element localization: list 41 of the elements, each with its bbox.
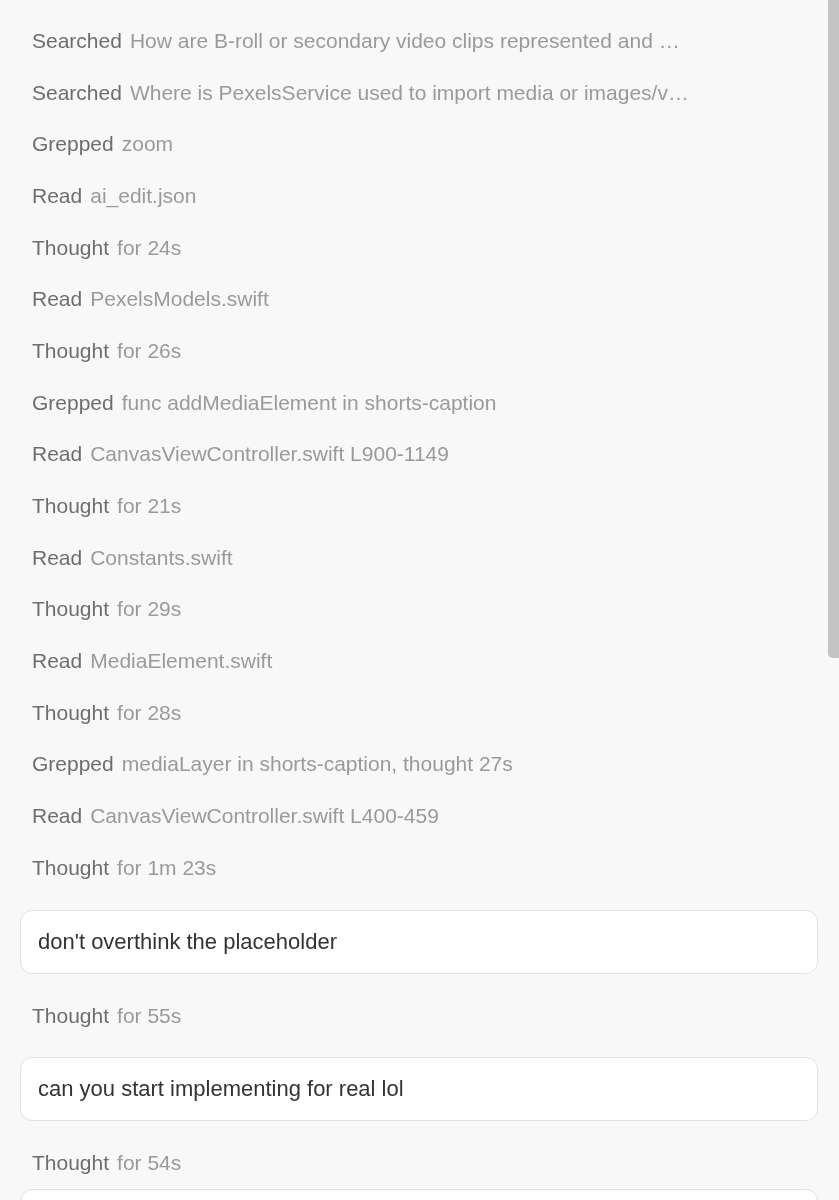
step-detail[interactable]: for 21s xyxy=(117,494,182,519)
step-label: Read xyxy=(32,649,83,674)
step-detail[interactable]: Constants.swift xyxy=(90,545,233,570)
step-label: Thought xyxy=(32,597,110,622)
step-label: Thought xyxy=(32,494,110,519)
step-label: Grepped xyxy=(32,752,114,777)
step-detail[interactable]: zoom xyxy=(121,132,174,157)
message-text: can you start implementing for real lol xyxy=(38,1076,404,1103)
step-detail[interactable]: ai_edit.json xyxy=(90,183,197,208)
step-detail[interactable]: CanvasViewController.swift L400-459 xyxy=(90,804,439,829)
step-label: Grepped xyxy=(32,390,114,415)
step-detail[interactable]: for 26s xyxy=(117,338,182,363)
scrollbar-thumb[interactable] xyxy=(828,0,839,658)
step-label: Read xyxy=(32,287,83,312)
step-detail[interactable]: CanvasViewController.swift L900-1149 xyxy=(90,442,449,467)
step-label: Thought xyxy=(32,700,110,725)
step-label: Thought xyxy=(32,1003,110,1028)
step-label: Thought xyxy=(32,235,110,260)
step-detail[interactable]: for 24s xyxy=(117,235,182,260)
step-label: Read xyxy=(32,183,83,208)
step-label: Read xyxy=(32,804,83,829)
step-label: Searched xyxy=(32,80,122,105)
step-detail[interactable]: MediaElement.swift xyxy=(90,649,273,674)
step-detail[interactable]: How are B-roll or secondary video clips represented and … xyxy=(129,28,680,53)
step-detail[interactable]: PexelsModels.swift xyxy=(90,287,269,312)
step-label: Grepped xyxy=(32,132,114,157)
step-label: Thought xyxy=(32,1151,110,1176)
step-detail[interactable]: for 55s xyxy=(117,1003,182,1028)
step-label: Read xyxy=(32,545,83,570)
step-label: Searched xyxy=(32,28,122,53)
step-detail[interactable]: for 28s xyxy=(117,700,182,725)
step-label: Read xyxy=(32,442,83,467)
step-detail[interactable]: for 54s xyxy=(117,1151,182,1176)
step-label: Thought xyxy=(32,338,110,363)
step-detail[interactable]: Where is PexelsService used to import media or images/v… xyxy=(129,80,689,105)
step-detail[interactable]: mediaLayer in shorts-caption, thought 27s xyxy=(121,752,513,777)
step-detail[interactable]: for 29s xyxy=(117,597,182,622)
step-detail[interactable]: for 1m 23s xyxy=(117,855,217,880)
step-label: Thought xyxy=(32,855,110,880)
step-detail[interactable]: func addMediaElement in shorts-caption xyxy=(121,390,497,415)
message-text: don't overthink the placeholder xyxy=(38,928,337,955)
